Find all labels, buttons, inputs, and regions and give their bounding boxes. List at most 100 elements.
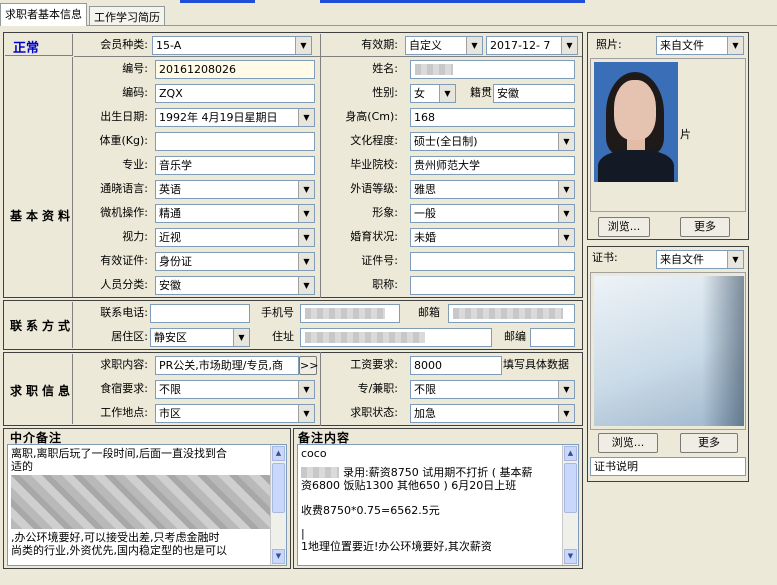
chevron-down-icon: ▼ (298, 205, 314, 222)
marital-select[interactable]: 未婚 ▼ (410, 228, 575, 247)
weight-label: 体重(Kg): (99, 134, 149, 147)
gender-select[interactable]: 女 ▼ (410, 84, 456, 103)
title-field[interactable] (410, 276, 575, 295)
mobile-field[interactable] (300, 304, 400, 323)
certificate-browse-button[interactable]: 浏览... (598, 433, 658, 453)
major-label: 专业: (122, 158, 148, 171)
postcode-field[interactable] (530, 328, 575, 347)
job-content-more-button[interactable]: >> (299, 356, 318, 375)
remarks-textarea[interactable]: coco 录用:薪资8750 试用期不打折 ( 基本薪 资6800 饭贴1300… (297, 444, 579, 566)
certificate-image (594, 276, 744, 426)
scroll-thumb[interactable] (272, 463, 285, 513)
birth-date-picker[interactable]: 1992年 4月19日星期日 ▼ (155, 108, 315, 127)
remarks-line: 资6800 饭贴1300 其他650 ) 6月20日上班 (301, 479, 517, 492)
computer-select[interactable]: 精通 ▼ (155, 204, 315, 223)
email-field[interactable] (448, 304, 575, 323)
agent-notes-line: 适的 (11, 460, 33, 473)
scroll-down-icon[interactable]: ▼ (272, 549, 285, 564)
marital-label: 婚育状况: (350, 230, 398, 243)
contact-section-label: 联系方式 (10, 319, 75, 333)
certificate-caption-field[interactable]: 证书说明 (590, 457, 746, 476)
language-level-select[interactable]: 雅思 ▼ (410, 180, 575, 199)
parttime-select[interactable]: 不限 ▼ (410, 380, 575, 399)
parttime-label: 专/兼职: (357, 382, 398, 395)
chevron-down-icon: ▼ (298, 181, 314, 198)
redacted-text (301, 467, 339, 478)
scroll-down-icon[interactable]: ▼ (564, 549, 577, 564)
state-select[interactable]: 加急 ▼ (410, 404, 575, 423)
chevron-down-icon: ▼ (295, 37, 311, 54)
agent-notes-textarea[interactable]: 离职,离职后玩了一段时间,后面一直没找到合 适的 ,办公环境要好,可以接受出差,… (7, 444, 287, 566)
member-type-select[interactable]: 15-A ▼ (152, 36, 312, 55)
name-field[interactable] (410, 60, 575, 79)
remarks-line: 录用:薪资8750 试用期不打折 ( 基本薪 (343, 466, 533, 479)
school-field[interactable]: 贵州师范大学 (410, 156, 575, 175)
remarks-scrollbar[interactable]: ▲ ▼ (562, 445, 578, 565)
certificate-source-select[interactable]: 来自文件 ▼ (656, 250, 744, 269)
image-label: 形象: (372, 206, 398, 219)
validity-label: 有效期: (361, 38, 398, 51)
remarks-line: coco (301, 447, 327, 460)
major-field[interactable]: 音乐学 (155, 156, 315, 175)
validity-date-picker[interactable]: 2017-12- 7 ▼ (486, 36, 578, 55)
chevron-down-icon: ▼ (558, 405, 574, 422)
address-label: 住址 (272, 330, 294, 343)
remarks-line: | (301, 527, 305, 540)
validity-mode-select[interactable]: 自定义 ▼ (405, 36, 483, 55)
content-label: 求职内容: (100, 358, 148, 371)
photo-source-select[interactable]: 来自文件 ▼ (656, 36, 744, 55)
chevron-down-icon: ▼ (298, 253, 314, 270)
salary-label: 工资要求: (350, 358, 398, 371)
chevron-down-icon: ▼ (298, 277, 314, 294)
title-label: 职称: (372, 278, 398, 291)
job-content-field[interactable]: PR公关,市场助理/专员,商 (155, 356, 299, 375)
id-field[interactable]: 20161208026 (155, 60, 315, 79)
education-label: 文化程度: (350, 134, 398, 147)
chevron-down-icon: ▼ (466, 37, 482, 54)
district-select[interactable]: 静安区 ▼ (150, 328, 250, 347)
scroll-thumb[interactable] (564, 463, 577, 513)
location-label: 工作地点: (100, 406, 148, 419)
vision-select[interactable]: 近视 ▼ (155, 228, 315, 247)
mobile-label: 手机号 (261, 306, 294, 319)
birth-label: 出生日期: (100, 110, 148, 123)
tab-resume[interactable]: 工作学习简历 (89, 6, 165, 26)
language-level-label: 外语等级: (350, 182, 398, 195)
idtype-select[interactable]: 身份证 ▼ (155, 252, 315, 271)
board-select[interactable]: 不限 ▼ (155, 380, 315, 399)
address-field[interactable] (300, 328, 492, 347)
district-label: 居住区: (111, 330, 148, 343)
code-field[interactable]: ZQX (155, 84, 315, 103)
chevron-down-icon: ▼ (561, 37, 577, 54)
email-label: 邮箱 (418, 306, 440, 319)
chevron-down-icon: ▼ (558, 133, 574, 150)
location-select[interactable]: 市区 ▼ (155, 404, 315, 423)
height-field[interactable]: 168 (410, 108, 575, 127)
chevron-down-icon: ▼ (439, 85, 455, 102)
native-field[interactable]: 安徽 (493, 84, 575, 103)
phone-field[interactable] (150, 304, 250, 323)
scroll-up-icon[interactable]: ▲ (272, 446, 285, 461)
category-label: 人员分类: (100, 278, 148, 291)
job-section-label: 求职信息 (10, 384, 75, 398)
state-label: 求职状态: (350, 406, 398, 419)
weight-field[interactable] (155, 132, 315, 151)
tab-basic-info[interactable]: 求职者基本信息 (0, 3, 87, 26)
idno-field[interactable] (410, 252, 575, 271)
certificate-more-button[interactable]: 更多 (680, 433, 738, 453)
chevron-down-icon: ▼ (233, 329, 249, 346)
chevron-down-icon: ▼ (558, 229, 574, 246)
chevron-down-icon: ▼ (727, 251, 743, 268)
photo-browse-button[interactable]: 浏览... (598, 217, 650, 237)
photo-more-button[interactable]: 更多 (680, 217, 730, 237)
height-label: 身高(Cm): (345, 110, 398, 123)
language-select[interactable]: 英语 ▼ (155, 180, 315, 199)
category-select[interactable]: 安徽 ▼ (155, 276, 315, 295)
salary-field[interactable]: 8000 (410, 356, 502, 375)
education-select[interactable]: 硕士(全日制) ▼ (410, 132, 575, 151)
image-select[interactable]: 一般 ▼ (410, 204, 575, 223)
agent-notes-scrollbar[interactable]: ▲ ▼ (270, 445, 286, 565)
scroll-up-icon[interactable]: ▲ (564, 446, 577, 461)
status-cell: 正常 (5, 34, 73, 56)
board-label: 食宿要求: (100, 382, 148, 395)
